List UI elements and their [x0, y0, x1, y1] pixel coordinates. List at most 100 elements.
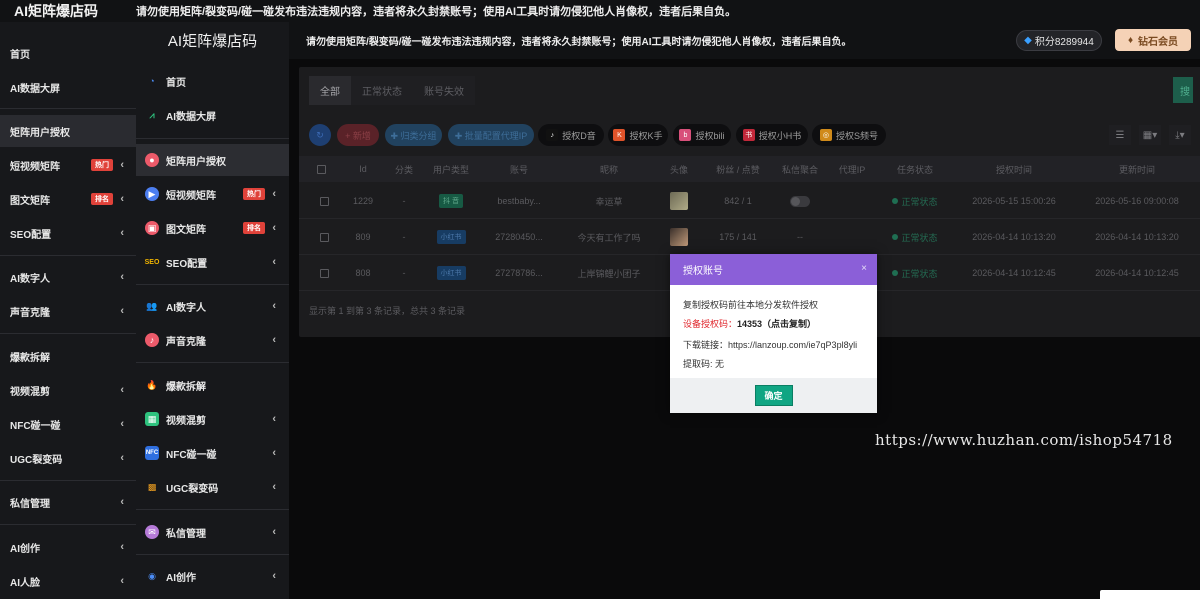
table-row[interactable]: 1229 - 抖 音 bestbaby... 幸运草 842 / 1 正常状态 …: [299, 183, 1200, 219]
rank-badge: 排名: [91, 193, 113, 205]
back-menu-ugc[interactable]: UGC裂变码 ‹: [0, 442, 136, 474]
sidebar-item-seo[interactable]: SEO SEO配置 ‹: [136, 246, 289, 278]
col-user-type: 用户类型: [432, 164, 469, 175]
download-link[interactable]: 下载链接：https://lanzoup.com/ie7qP3pl8yli: [683, 338, 864, 351]
back-sidebar: 首页 AI数据大屏 矩阵用户授权 短视频矩阵 热门 ‹ 图文矩阵 排名 ‹ SEO配置 ‹…: [0, 22, 136, 599]
back-menu-home[interactable]: 首页: [0, 37, 136, 69]
divider: [0, 108, 136, 109]
sidebar-item-digital-human[interactable]: 👥 AI数字人 ‹: [136, 290, 289, 322]
checkbox[interactable]: [319, 196, 329, 206]
row-checkbox[interactable]: [317, 219, 331, 255]
auth-bili-button[interactable]: b 授权bili: [673, 124, 731, 146]
sidebar-item-voice[interactable]: ♪ 声音克隆 ‹: [136, 324, 289, 356]
points-badge[interactable]: ◆ 积分8289944: [1016, 30, 1102, 51]
sidebar-item-user-auth[interactable]: ● 矩阵用户授权: [136, 144, 289, 176]
back-topbar: AI矩阵爆店码 请勿使用矩阵/裂变码/碰一碰发布违法违规内容，违者将永久封禁账号…: [0, 0, 1200, 22]
cell-avatar: [661, 219, 697, 255]
back-menu-data-screen[interactable]: AI数据大屏: [0, 71, 136, 103]
tab-invalid[interactable]: 账号失效: [413, 76, 475, 105]
back-menu-seo[interactable]: SEO配置 ‹: [0, 217, 136, 249]
back-menu-user-auth[interactable]: 矩阵用户授权: [0, 115, 136, 147]
sidebar-item-home[interactable]: ◔ 首页: [136, 65, 289, 97]
chevron-left-icon: ‹: [272, 300, 276, 312]
search-toggle-button[interactable]: 搜: [1173, 77, 1193, 103]
watermark: https://www.huzhan.com/ishop54718: [875, 431, 1173, 449]
cell-message-aggregate: [777, 183, 823, 219]
batch-proxy-button[interactable]: ✚ 批量配置代理IP: [448, 124, 534, 146]
back-logo: AI矩阵爆店码: [14, 3, 98, 19]
checkbox[interactable]: [317, 164, 326, 174]
sidebar-item-ugc[interactable]: ▩ UGC裂变码 ‹: [136, 471, 289, 503]
back-menu-label: 首页: [10, 49, 30, 61]
sidebar-item-label: 声音克隆: [166, 336, 206, 348]
sidebar-item-hot[interactable]: 🔥 爆款拆解: [136, 369, 289, 401]
app-logo[interactable]: AI矩阵爆店码: [136, 22, 289, 58]
sidebar-item-data-screen[interactable]: ⩘ AI数据大屏: [136, 99, 289, 131]
tab-all[interactable]: 全部: [309, 76, 351, 105]
select-all-checkbox[interactable]: [317, 156, 326, 182]
back-menu-ai-create[interactable]: AI创作 ‹: [0, 531, 136, 563]
col-update-time: 更新时间: [1118, 164, 1155, 175]
back-menu-short-video[interactable]: 短视频矩阵 热门 ‹: [0, 149, 136, 181]
table-row[interactable]: 809 - 小红书 27280450... 今天有工作了吗 175 / 141 …: [299, 219, 1200, 255]
cell-category: -: [402, 232, 406, 242]
cell-proxy-ip: [829, 183, 875, 219]
sidebar-item-image-text[interactable]: ▣ 图文矩阵 排名 ‹: [136, 212, 289, 244]
back-menu-hot[interactable]: 爆款拆解: [0, 340, 136, 372]
row-checkbox[interactable]: [317, 255, 331, 291]
sidebar-item-nfc[interactable]: NFC NFC碰一碰 ‹: [136, 437, 289, 469]
row-checkbox[interactable]: [317, 183, 331, 219]
sidebar-item-mix[interactable]: ▦ 视频混剪 ‹: [136, 403, 289, 435]
close-icon[interactable]: ×: [861, 263, 867, 274]
sidebar-item-message[interactable]: ✉ 私信管理 ‹: [136, 516, 289, 548]
back-menu-message[interactable]: 私信管理 ‹: [0, 486, 136, 518]
checkbox[interactable]: [319, 232, 329, 242]
col-avatar: 头像: [669, 164, 688, 175]
vip-button[interactable]: ♦ 钻石会员: [1115, 29, 1191, 51]
auth-xiaohongshu-button[interactable]: 书授权小H书: [736, 124, 808, 146]
cell-account: bestbaby...: [497, 196, 541, 206]
ai-create-icon: ◉: [148, 570, 156, 581]
sidebar-item-label: 图文矩阵: [166, 224, 206, 236]
back-menu-mix[interactable]: 视频混剪 ‹: [0, 374, 136, 406]
columns-icon[interactable]: ▦▾: [1139, 125, 1161, 145]
screen: AI矩阵爆店码 请勿使用矩阵/裂变码/碰一碰发布违法违规内容，违者将永久封禁账号…: [0, 0, 1200, 599]
back-menu-label: UGC裂变码: [10, 454, 63, 466]
cell-auth-time: 2026-04-14 10:12:45: [972, 268, 1056, 278]
sidebar-item-label: 爆款拆解: [166, 381, 206, 393]
export-icon[interactable]: ⤓▾: [1169, 125, 1191, 145]
chevron-left-icon: ‹: [120, 384, 124, 396]
back-menu-image-text[interactable]: 图文矩阵 排名 ‹: [0, 183, 136, 215]
add-button[interactable]: + 新增: [337, 124, 379, 146]
cell-message-aggregate: --: [797, 232, 803, 242]
auth-shipinhao-button[interactable]: ◎ 授权S频号: [812, 124, 886, 146]
checkbox[interactable]: [319, 268, 329, 278]
cell-auth-time: 2026-04-14 10:13:20: [972, 232, 1056, 242]
back-notice: 请勿使用矩阵/裂变码/碰一碰发布违法违规内容，违者将永久封禁账号；使用AI工具时…: [136, 6, 737, 18]
tab-normal[interactable]: 正常状态: [351, 76, 413, 105]
back-menu-label: AI数字人: [10, 273, 50, 285]
col-id[interactable]: Id: [343, 156, 383, 182]
message-aggregate-toggle[interactable]: [790, 195, 810, 207]
back-menu-voice[interactable]: 声音克隆 ‹: [0, 295, 136, 327]
chevron-left-icon: ‹: [272, 570, 276, 582]
refresh-button[interactable]: ↻: [309, 124, 331, 146]
chevron-left-icon: ‹: [272, 334, 276, 346]
auth-douyin-button[interactable]: ♪ 授权D音: [538, 124, 604, 146]
sidebar-item-short-video[interactable]: ▶ 短视频矩阵 热门 ‹: [136, 178, 289, 210]
auth-kuaishou-button[interactable]: K 授权K手: [608, 124, 668, 146]
confirm-button[interactable]: 确定: [754, 385, 793, 406]
sidebar-item-label: 私信管理: [166, 528, 206, 540]
back-menu-nfc[interactable]: NFC碰一碰 ‹: [0, 408, 136, 440]
back-menu-digital-human[interactable]: AI数字人 ‹: [0, 261, 136, 293]
chevron-left-icon: ‹: [120, 575, 124, 587]
button-label: 授权K手: [629, 130, 663, 141]
chevron-left-icon: ‹: [120, 271, 124, 283]
divider: [136, 284, 289, 285]
cell-id: 1229: [352, 196, 374, 206]
sidebar-item-ai-create[interactable]: ◉ AI创作 ‹: [136, 560, 289, 592]
device-code-value[interactable]: 14353（点击复制）: [737, 319, 816, 329]
view-toggle-icon[interactable]: ☰: [1109, 125, 1131, 145]
back-menu-ai-face[interactable]: AI人脸 ‹: [0, 565, 136, 597]
group-button[interactable]: ✚ 归类分组: [385, 124, 442, 146]
